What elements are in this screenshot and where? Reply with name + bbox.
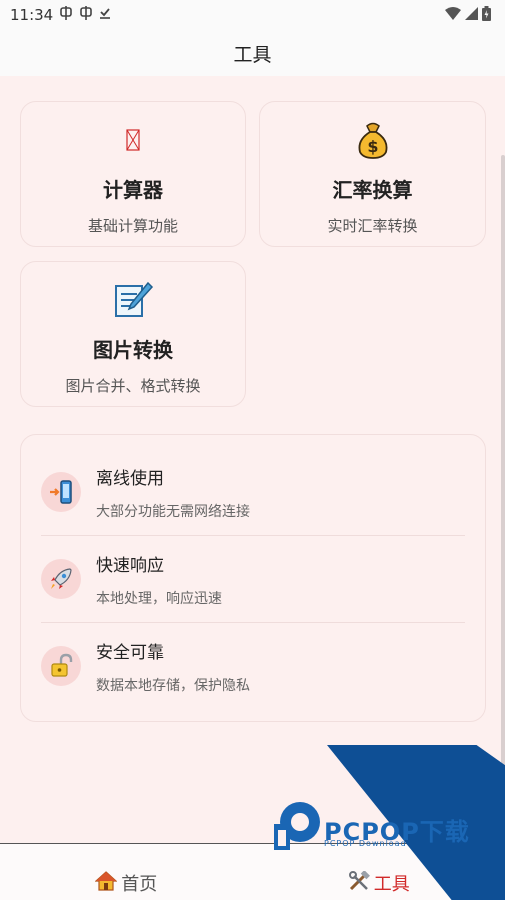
nav-home[interactable]: 首页	[0, 844, 253, 900]
card-desc: 实时汇率转换	[327, 217, 418, 235]
currency-card[interactable]: $ 汇率换算 实时汇率转换	[259, 101, 486, 247]
feature-desc: 数据本地存储，保护隐私	[96, 677, 250, 694]
list-item: 离线使用 大部分功能无需网络连接	[41, 449, 465, 535]
nav-tools-label: 工具	[373, 874, 410, 895]
svg-text:$: $	[367, 137, 378, 156]
nav-home-label: 首页	[121, 874, 158, 895]
calculator-card[interactable]: 计算器 基础计算功能	[20, 101, 246, 247]
mobile-arrow-icon	[41, 472, 81, 512]
card-desc: 图片合并、格式转换	[65, 377, 201, 395]
card-title: 计算器	[103, 178, 163, 202]
list-item: 安全可靠 数据本地存储，保护隐私	[41, 623, 465, 709]
notification-icon	[59, 6, 73, 24]
card-desc: 基础计算功能	[87, 217, 178, 235]
house-icon	[94, 871, 118, 896]
features-panel: 离线使用 大部分功能无需网络连接 快速响应 本地处理，响应迅速 安全可靠 数据本…	[20, 434, 486, 722]
card-title: 汇率换算	[332, 178, 413, 202]
page-title: 工具	[233, 43, 272, 66]
memo-icon	[112, 280, 154, 320]
bottom-nav: 首页 工具	[0, 843, 505, 900]
status-time: 11:34	[10, 6, 54, 24]
image-convert-card[interactable]: 图片转换 图片合并、格式转换	[20, 261, 246, 407]
feature-title: 快速响应	[96, 555, 164, 576]
wifi-icon	[445, 6, 461, 24]
tools-icon	[348, 870, 370, 896]
card-title: 图片转换	[93, 338, 173, 362]
nav-tools[interactable]: 工具	[253, 844, 505, 900]
download-done-icon	[99, 7, 111, 23]
feature-title: 离线使用	[96, 468, 164, 489]
app-bar: 工具	[0, 30, 505, 76]
notification-icon	[79, 6, 93, 24]
list-item: 快速响应 本地处理，响应迅速	[41, 536, 465, 622]
feature-title: 安全可靠	[96, 642, 164, 663]
money-bag-icon: $	[353, 120, 393, 160]
calculator-icon	[126, 120, 140, 160]
feature-desc: 本地处理，响应迅速	[96, 590, 222, 607]
feature-desc: 大部分功能无需网络连接	[96, 503, 250, 520]
rocket-icon	[41, 559, 81, 599]
signal-icon	[465, 6, 478, 24]
scrollbar[interactable]	[501, 155, 505, 845]
lock-icon	[41, 646, 81, 686]
status-bar: 11:34	[0, 0, 505, 30]
battery-icon	[482, 5, 491, 25]
